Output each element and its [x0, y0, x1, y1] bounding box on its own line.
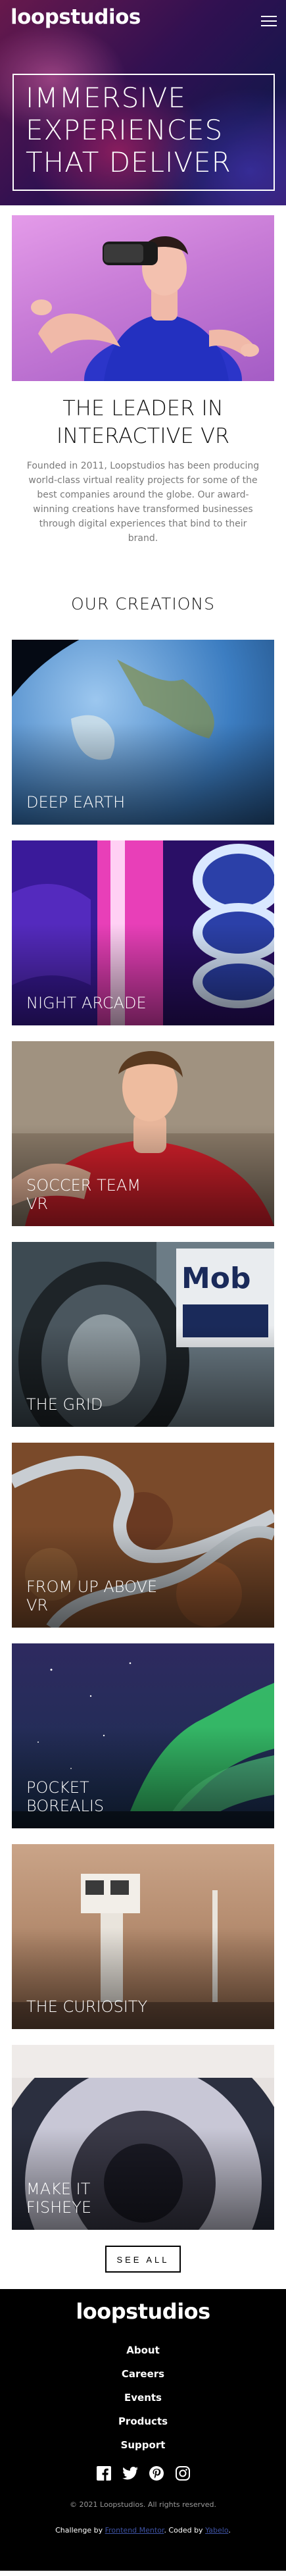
creations-title: OUR CREATIONS: [71, 594, 215, 613]
creation-card-label: POCKET BOREALIS: [26, 1778, 105, 1815]
twitter-icon[interactable]: [122, 2465, 139, 2482]
creations-grid: DEEP EARTH NIGHT ARCADE SOCCER TEAM VR M…: [0, 640, 286, 2230]
attribution-prefix: Challenge by: [55, 2526, 103, 2535]
footer-logo[interactable]: loopstudios: [0, 2299, 286, 2324]
footer-nav-events[interactable]: Events: [0, 2386, 286, 2409]
frontend-mentor-link[interactable]: Frontend Mentor: [105, 2526, 164, 2535]
creation-card-make-it-fisheye[interactable]: MAKE IT FISHEYE: [12, 2045, 274, 2230]
creation-card-label: THE GRID: [26, 1395, 103, 1414]
social-links: [0, 2465, 286, 2482]
creation-card-label: SOCCER TEAM VR: [26, 1176, 141, 1213]
hero-section: loopstudios IMMERSIVE EXPERIENCES THAT D…: [0, 0, 286, 205]
footer-nav-support[interactable]: Support: [0, 2433, 286, 2457]
copyright-text: © 2021 Loopstudios. All rights reserved.: [70, 2500, 216, 2509]
attribution-middle: . Coded by: [164, 2526, 203, 2535]
creation-card-label: MAKE IT FISHEYE: [26, 2180, 92, 2217]
footer-nav-careers[interactable]: Careers: [0, 2362, 286, 2386]
intro-section: THE LEADER IN INTERACTIVE VR Founded in …: [0, 215, 286, 546]
footer-nav: About Careers Events Products Support: [0, 2338, 286, 2457]
creation-card-label: NIGHT ARCADE: [26, 994, 147, 1012]
svg-text:Mob: Mob: [181, 1262, 251, 1295]
footer-nav-about[interactable]: About: [0, 2338, 286, 2362]
creation-card-the-curiosity[interactable]: THE CURIOSITY: [12, 1844, 274, 2029]
creation-card-label: FROM UP ABOVE VR: [26, 1578, 158, 1614]
creation-card-label: DEEP EARTH: [26, 793, 126, 811]
vr-headset-image: [12, 215, 274, 381]
instagram-icon[interactable]: [174, 2465, 191, 2482]
creation-card-deep-earth[interactable]: DEEP EARTH: [12, 640, 274, 825]
creation-card-the-grid[interactable]: Mob THE GRID: [12, 1242, 274, 1427]
author-link[interactable]: Yabelo: [205, 2526, 228, 2535]
intro-text: Founded in 2011, Loopstudios has been pr…: [26, 461, 260, 544]
creation-card-from-up-above-vr[interactable]: FROM UP ABOVE VR: [12, 1443, 274, 1628]
attribution: Challenge by Frontend Mentor. Coded by Y…: [55, 2526, 231, 2535]
see-all-button[interactable]: SEE ALL: [105, 2246, 181, 2273]
creation-card-soccer-team-vr[interactable]: SOCCER TEAM VR: [12, 1041, 274, 1226]
menu-hamburger-icon[interactable]: [261, 16, 277, 27]
site-footer: loopstudios About Careers Events Product…: [0, 2289, 286, 2571]
site-logo[interactable]: loopstudios: [11, 5, 141, 29]
facebook-icon[interactable]: [95, 2465, 112, 2482]
hero-title-box: IMMERSIVE EXPERIENCES THAT DELIVER: [12, 74, 275, 191]
creation-card-night-arcade[interactable]: NIGHT ARCADE: [12, 840, 274, 1025]
pinterest-icon[interactable]: [148, 2465, 165, 2482]
hero-title: IMMERSIVE EXPERIENCES THAT DELIVER: [26, 82, 231, 178]
creations-section: OUR CREATIONS DEEP EARTH NIGHT ARCADE SO…: [0, 594, 286, 2273]
intro-title: THE LEADER IN INTERACTIVE VR: [56, 396, 230, 448]
footer-nav-products[interactable]: Products: [0, 2409, 286, 2433]
creation-card-label: THE CURIOSITY: [26, 1997, 148, 2016]
creation-card-pocket-borealis[interactable]: POCKET BOREALIS: [12, 1643, 274, 1828]
